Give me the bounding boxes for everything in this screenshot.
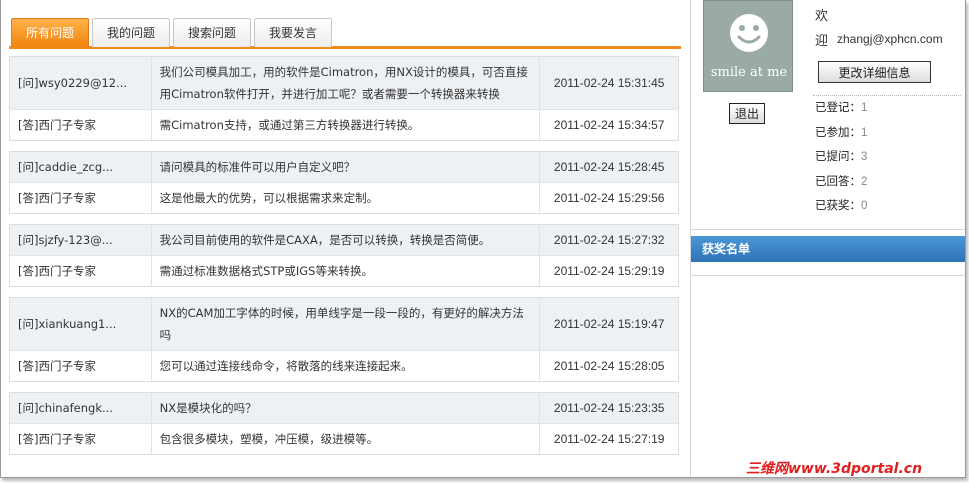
question-row[interactable]: [问]wsy0229@12... 我们公司模具加工，用的软件是Cimatron，用… — [10, 57, 678, 109]
award-list-body — [691, 262, 965, 276]
answer-text-cell: 这是他最大的优势，可以根据需求来定制。 — [152, 183, 541, 213]
stat-row: 已提问：3 — [815, 148, 867, 173]
stat-value: 0 — [861, 200, 868, 212]
answer-user-cell: [答]西门子专家 — [10, 424, 152, 454]
answer-row[interactable]: [答]西门子专家 需通过标准数据格式STP或IGS等来转换。 2011-02-24 … — [10, 255, 678, 286]
question-user-cell: [问]wsy0229@12... — [10, 57, 152, 109]
stat-label: 已登记： — [815, 100, 861, 114]
stat-label: 已提问： — [815, 149, 861, 163]
answer-row[interactable]: [答]西门子专家 您可以通过连接线命令，将散落的线来连接起来。 2011-02-24… — [10, 350, 678, 381]
stat-label: 已获奖： — [815, 198, 861, 212]
stat-row: 已参加：1 — [815, 124, 867, 149]
question-time-cell: 2011-02-24 15:31:45 — [553, 76, 665, 90]
watermark-text: 三维网www.3dportal.cn — [746, 461, 923, 477]
answer-row[interactable]: [答]西门子专家 需Cimatron支持，或通过第三方转换器进行转换。 2011-0… — [10, 109, 678, 140]
edit-details-button[interactable]: 更改详细信息 — [818, 61, 931, 83]
answer-user-cell: [答]西门子专家 — [10, 256, 152, 286]
stat-value: 3 — [861, 151, 868, 163]
answer-time-cell: 2011-02-24 15:27:19 — [553, 432, 665, 446]
question-user-cell: [问]chinafengk... — [10, 393, 152, 423]
tab-4[interactable]: 我要发言 — [254, 18, 332, 47]
qa-panel: 所有问题 我的问题 搜索问题 我要发言 [问]wsy0229@12... 我们公司模具加… — [9, 0, 681, 477]
dotted-divider — [813, 95, 961, 96]
question-text-cell: 请问模具的标准件可以用户自定义吧？ — [152, 152, 541, 182]
qa-item: [问]sjzfy-123@... 我公司目前使用的软件是CAXA，是否可以转换，转… — [9, 224, 679, 287]
section-divider — [691, 229, 965, 230]
tab-bar: 所有问题 我的问题 搜索问题 我要发言 — [9, 18, 681, 49]
smiley-face-icon — [730, 14, 768, 52]
question-text-cell: NX是模块化的吗？ — [152, 393, 541, 423]
answer-text-cell: 需Cimatron支持，或通过第三方转换器进行转换。 — [152, 110, 541, 140]
tab-2[interactable]: 我的问题 — [92, 18, 170, 47]
stat-value: 1 — [861, 102, 868, 114]
answer-text-cell: 需通过标准数据格式STP或IGS等来转换。 — [152, 256, 541, 286]
question-user-cell: [问]sjzfy-123@... — [10, 225, 152, 255]
answer-time-cell: 2011-02-24 15:29:56 — [553, 191, 665, 205]
answer-user-cell: [答]西门子专家 — [10, 183, 152, 213]
question-text-cell: NX的CAM加工字体的时候，用单线字是一段一段的，有更好的解决方法吗 — [152, 298, 541, 350]
user-panel: smile at me 欢 迎 zhangj@xphcn.com 更改详细信息 … — [690, 0, 965, 477]
question-text-cell: 我公司目前使用的软件是CAXA，是否可以转换，转换是否简便。 — [152, 225, 541, 255]
user-stats: 已登记：1 已参加：1 已提问：3 已回答：2 已获奖：0 — [815, 99, 867, 222]
question-time-cell: 2011-02-24 15:27:32 — [553, 233, 665, 247]
answer-time-cell: 2011-02-24 15:29:19 — [553, 264, 665, 278]
user-email: zhangj@xphcn.com — [837, 32, 943, 46]
qa-item: [问]chinafengk... NX是模块化的吗？ 2011-02-24 15:2… — [9, 392, 679, 455]
answer-text-cell: 您可以通过连接线命令，将散落的线来连接起来。 — [152, 351, 541, 381]
avatar-caption: smile at me — [710, 65, 788, 80]
stat-row: 已回答：2 — [815, 173, 867, 198]
stat-label: 已参加： — [815, 124, 861, 139]
answer-time-cell: 2011-02-24 15:34:57 — [553, 118, 665, 132]
tab-1[interactable]: 所有问题 — [11, 18, 89, 47]
logout-button[interactable]: 退出 — [729, 103, 765, 124]
tab-3[interactable]: 搜索问题 — [173, 18, 251, 47]
qa-item: [问]caddie_zcg... 请问模具的标准件可以用户自定义吧？ 2011-02… — [9, 151, 679, 214]
question-time-cell: 2011-02-24 15:19:47 — [553, 317, 665, 331]
question-text-cell: 我们公司模具加工，用的软件是Cimatron，用NX设计的模具，可否直接用Cim… — [152, 57, 541, 109]
answer-text-cell: 包含很多模块，塑模，冲压模，级进模等。 — [152, 424, 541, 454]
answer-time-cell: 2011-02-24 15:28:05 — [553, 359, 665, 373]
award-list-header: 获奖名单 — [691, 236, 965, 262]
question-user-cell: [问]caddie_zcg... — [10, 152, 152, 182]
answer-row[interactable]: [答]西门子专家 这是他最大的优势，可以根据需求来定制。 2011-02-24 15… — [10, 182, 678, 213]
stat-value: 2 — [861, 175, 868, 188]
qa-item: [问]wsy0229@12... 我们公司模具加工，用的软件是Cimatron，用… — [9, 56, 679, 141]
answer-user-cell: [答]西门子专家 — [10, 351, 152, 381]
question-row[interactable]: [问]chinafengk... NX是模块化的吗？ 2011-02-24 15:2… — [10, 393, 678, 423]
welcome-text-1: 欢 — [815, 9, 829, 24]
answer-user-cell: [答]西门子专家 — [10, 110, 152, 140]
question-row[interactable]: [问]caddie_zcg... 请问模具的标准件可以用户自定义吧？ 2011-02… — [10, 152, 678, 182]
qa-list: [问]wsy0229@12... 我们公司模具加工，用的软件是Cimatron，用… — [9, 56, 681, 465]
question-time-cell: 2011-02-24 15:23:35 — [553, 401, 665, 415]
avatar: smile at me — [703, 0, 793, 92]
question-row[interactable]: [问]xiankuang1... NX的CAM加工字体的时候，用单线字是一段一段的… — [10, 298, 678, 350]
stat-value: 1 — [861, 126, 868, 139]
stat-row: 已获奖：0 — [815, 197, 867, 222]
stat-row: 已登记：1 — [815, 99, 867, 124]
page-frame: 所有问题 我的问题 搜索问题 我要发言 [问]wsy0229@12... 我们公司模具加… — [0, 0, 966, 478]
answer-row[interactable]: [答]西门子专家 包含很多模块，塑模，冲压模，级进模等。 2011-02-24 15… — [10, 423, 678, 454]
question-row[interactable]: [问]sjzfy-123@... 我公司目前使用的软件是CAXA，是否可以转换，转… — [10, 225, 678, 255]
welcome-text-2: 迎 — [815, 34, 829, 49]
question-user-cell: [问]xiankuang1... — [10, 298, 152, 350]
question-time-cell: 2011-02-24 15:28:45 — [553, 160, 665, 174]
qa-item: [问]xiankuang1... NX的CAM加工字体的时候，用单线字是一段一段的… — [9, 297, 679, 382]
stat-label: 已回答： — [815, 173, 861, 188]
